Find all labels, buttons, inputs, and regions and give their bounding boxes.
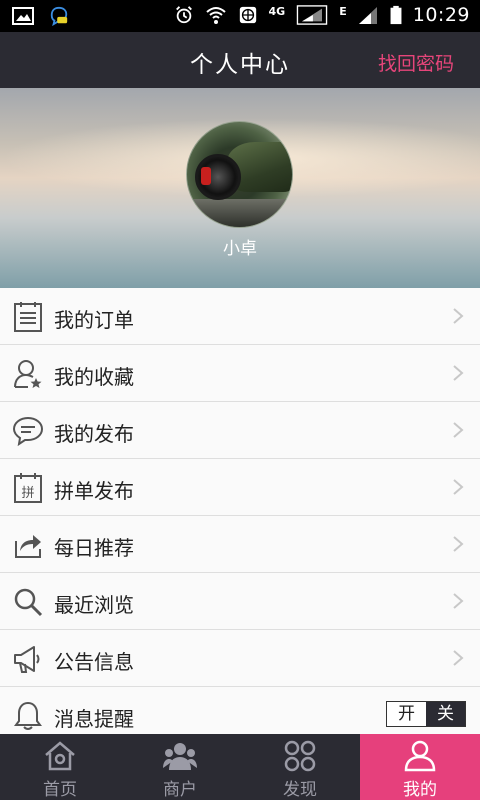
menu-item-label: 我的发布 — [54, 422, 134, 446]
chevron-right-icon — [453, 365, 464, 381]
menu-item-label: 我的订单 — [54, 308, 134, 332]
bell-icon — [14, 701, 42, 730]
wifi-icon — [205, 7, 226, 24]
chevron-right-icon — [453, 308, 464, 324]
network-type-label: 4G — [268, 4, 286, 18]
menu-item-my-posts[interactable]: 我的发布 — [0, 402, 480, 459]
chevron-right-icon — [453, 593, 464, 609]
avatar-ground — [187, 199, 292, 227]
battery-icon — [390, 5, 402, 25]
globe-icon — [239, 6, 256, 24]
menu-item-announcements[interactable]: 公告信息 — [0, 630, 480, 687]
avatar[interactable] — [186, 121, 293, 228]
menu-item-label: 公告信息 — [54, 650, 134, 674]
user-icon — [404, 740, 436, 772]
menu-item-daily-recommend[interactable]: 每日推荐 — [0, 516, 480, 573]
discover-icon — [284, 740, 316, 772]
tab-label: 我的 — [403, 780, 437, 800]
megaphone-icon — [14, 646, 40, 673]
menu-item-label: 最近浏览 — [54, 593, 134, 617]
recover-password-button[interactable]: 找回密码 — [378, 49, 454, 76]
tab-label: 商户 — [163, 780, 197, 800]
menu-list: 我的订单 我的收藏 我的发布 拼 拼单发布 每日推荐 最近浏览 公告信息 消息提… — [0, 288, 480, 744]
avatar-brake-caliper — [201, 167, 211, 185]
title-bar: 个人中心 找回密码 — [0, 32, 480, 88]
username: 小卓 — [223, 239, 257, 259]
svg-text:拼: 拼 — [21, 486, 34, 501]
home-icon — [45, 741, 75, 771]
menu-item-recently-viewed[interactable]: 最近浏览 — [0, 573, 480, 630]
chevron-right-icon — [453, 536, 464, 552]
tab-merchants[interactable]: 商户 — [120, 734, 240, 800]
menu-item-label: 消息提醒 — [54, 707, 134, 731]
signal-strength-icon — [296, 5, 328, 25]
edge-label: E — [339, 4, 347, 18]
tab-home[interactable]: 首页 — [0, 734, 120, 800]
chevron-right-icon — [453, 479, 464, 495]
status-bar: 4G E 10:29 — [0, 0, 480, 32]
alarm-icon — [175, 6, 192, 24]
order-list-icon — [14, 302, 42, 332]
chevron-right-icon — [453, 422, 464, 438]
chevron-right-icon — [453, 650, 464, 666]
bottom-tab-bar: 首页 商户 发现 我的 — [0, 734, 480, 800]
signal-bars-icon — [358, 7, 377, 24]
menu-item-label: 拼单发布 — [54, 479, 134, 503]
search-icon — [14, 588, 43, 617]
tab-label: 首页 — [43, 780, 77, 800]
toggle-off-option[interactable]: 关 — [426, 702, 465, 726]
calendar-pin-icon: 拼 — [14, 473, 42, 503]
tab-label: 发现 — [283, 780, 317, 800]
tab-discover[interactable]: 发现 — [240, 734, 360, 800]
clock-time: 10:29 — [412, 4, 470, 26]
profile-header: 小卓 — [0, 88, 480, 288]
toggle-on-option[interactable]: 开 — [387, 702, 426, 726]
notification-toggle[interactable]: 开 关 — [386, 701, 466, 727]
tab-mine[interactable]: 我的 — [360, 734, 480, 800]
menu-item-my-orders[interactable]: 我的订单 — [0, 288, 480, 345]
menu-item-group-order-post[interactable]: 拼 拼单发布 — [0, 459, 480, 516]
favorite-user-star-icon — [14, 360, 42, 388]
menu-item-my-favorites[interactable]: 我的收藏 — [0, 345, 480, 402]
chat-notification-icon — [50, 6, 68, 26]
merchants-icon — [163, 743, 197, 770]
menu-item-label: 我的收藏 — [54, 365, 134, 389]
gallery-notification-icon — [12, 7, 34, 25]
share-icon — [15, 535, 41, 558]
message-bubble-icon — [12, 416, 44, 447]
menu-item-label: 每日推荐 — [54, 536, 134, 560]
